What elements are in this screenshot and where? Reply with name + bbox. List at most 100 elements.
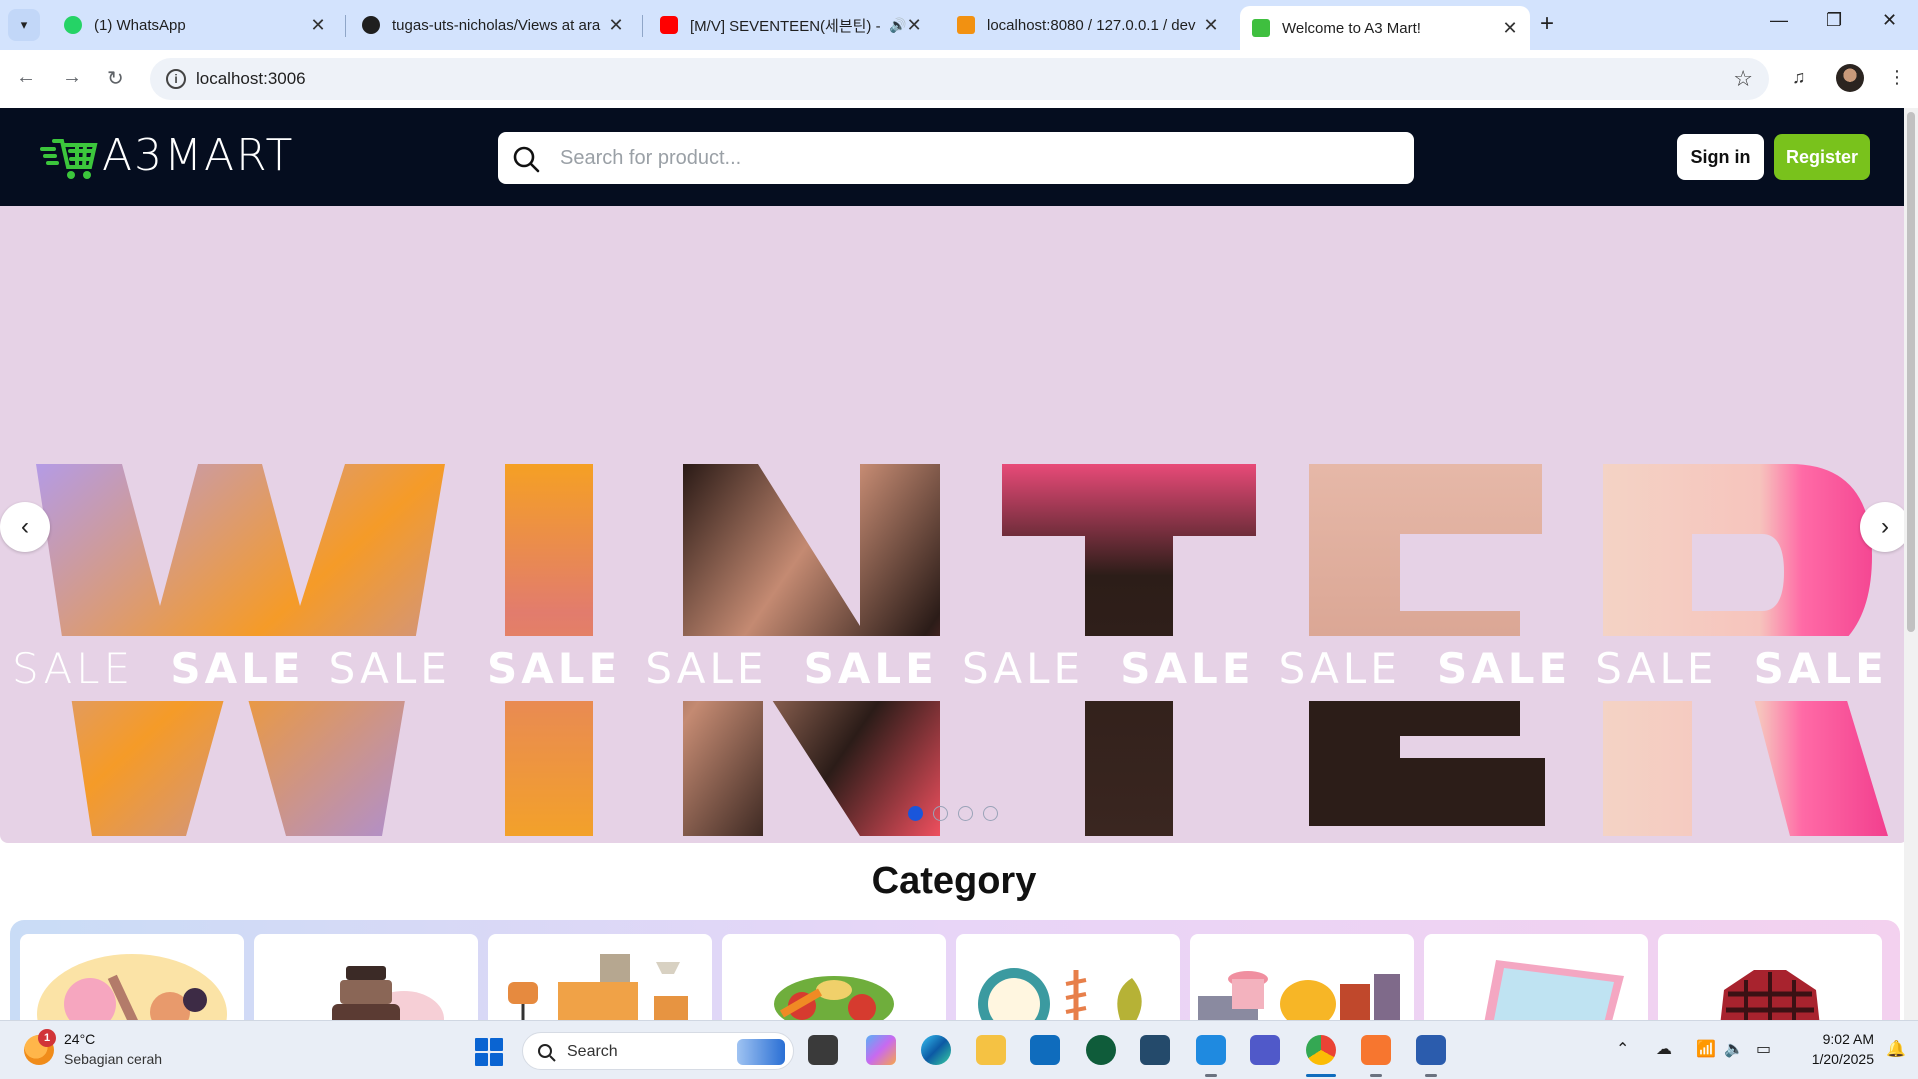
xampp-icon[interactable] [1361, 1035, 1391, 1065]
start-tile [490, 1053, 503, 1066]
shopping-cart-logo-icon [40, 138, 98, 179]
tab-search-menu-button[interactable]: ▾ [8, 9, 40, 41]
outlook-icon[interactable] [1030, 1035, 1060, 1065]
site-logo[interactable]: A3MART [40, 130, 294, 181]
taskbar-search-box[interactable]: Search [522, 1032, 794, 1070]
category-card-furniture[interactable] [488, 934, 712, 1020]
category-strip [10, 920, 1900, 1020]
sale-word: SALE [328, 643, 451, 693]
carousel-dot-4[interactable] [983, 806, 998, 821]
notification-badge: 1 [38, 1029, 56, 1047]
wifi-icon[interactable]: 📶 [1696, 1039, 1716, 1059]
carousel-dot-2[interactable] [933, 806, 948, 821]
sale-word: SALE [803, 643, 938, 693]
clock-time[interactable]: 9:02 AM [1806, 1031, 1874, 1047]
task-view-icon[interactable] [808, 1035, 838, 1065]
url-text[interactable]: localhost:3006 [196, 69, 306, 89]
category-card-home-decor[interactable] [956, 934, 1180, 1020]
whatsapp-icon [64, 16, 82, 34]
start-tile [475, 1038, 488, 1051]
category-card-groceries[interactable] [722, 934, 946, 1020]
start-tile [490, 1038, 503, 1051]
taskbar-search-label: Search [567, 1043, 618, 1060]
chrome-active-indicator [1306, 1074, 1336, 1077]
tab-separator [345, 15, 346, 37]
onedrive-error-icon[interactable]: ☁ [1656, 1039, 1672, 1059]
close-tab-icon[interactable]: ✕ [1502, 18, 1518, 39]
address-bar[interactable]: i localhost:3006 ☆ [150, 58, 1769, 100]
sale-word: SALE [1436, 643, 1572, 693]
carousel-indicators [908, 806, 998, 821]
file-explorer-icon[interactable] [976, 1035, 1006, 1065]
carousel-dot-3[interactable] [958, 806, 973, 821]
close-window-button[interactable]: ✕ [1882, 10, 1897, 31]
close-tab-icon[interactable]: ✕ [1203, 15, 1219, 36]
product-search-input[interactable] [560, 132, 1400, 184]
chrome-icon[interactable] [1306, 1035, 1336, 1065]
media-control-icon[interactable]: ♫ [1792, 67, 1806, 88]
volume-icon[interactable]: 🔈 [1724, 1039, 1744, 1059]
browser-toolbar: ← → ↻ i localhost:3006 ☆ ♫ ⋮ [0, 50, 1918, 108]
weather-description[interactable]: Sebagian cerah [64, 1051, 162, 1067]
category-card-kitchen[interactable] [1190, 934, 1414, 1020]
forward-button[interactable]: → [62, 66, 82, 89]
word-running-indicator [1425, 1074, 1437, 1077]
copilot-icon[interactable] [866, 1035, 896, 1065]
tab-github[interactable]: tugas-uts-nicholas/Views at ara ✕ [350, 6, 636, 44]
sale-word: SALE [1595, 643, 1718, 693]
clock-date[interactable]: 1/20/2025 [1796, 1051, 1874, 1067]
youtube-icon [660, 16, 678, 34]
bookmark-star-icon[interactable]: ☆ [1733, 66, 1753, 92]
mongodb-compass-icon[interactable] [1086, 1035, 1116, 1065]
vscode-icon[interactable] [1196, 1035, 1226, 1065]
minimize-window-button[interactable]: — [1770, 10, 1788, 31]
beauty-illustration [37, 954, 227, 1020]
laptop-illustration [1484, 960, 1624, 1020]
close-tab-icon[interactable]: ✕ [608, 15, 624, 36]
product-search-box[interactable] [498, 132, 1414, 184]
carousel-prev-button[interactable]: ‹ [0, 502, 50, 552]
show-hidden-icons-chevron-icon[interactable]: ⌃ [1616, 1039, 1629, 1059]
notification-bell-icon[interactable]: 🔔 [1886, 1039, 1906, 1059]
sale-word: SALE [1120, 643, 1255, 693]
restore-window-button[interactable]: ❐ [1826, 10, 1842, 31]
category-card-beauty[interactable] [20, 934, 244, 1020]
scrollbar-thumb[interactable] [1907, 112, 1915, 632]
sign-in-button[interactable]: Sign in [1677, 134, 1764, 180]
site-info-icon[interactable]: i [166, 69, 186, 89]
register-button[interactable]: Register [1774, 134, 1870, 180]
browser-menu-icon[interactable]: ⋮ [1888, 67, 1906, 88]
page-scrollbar[interactable] [1904, 108, 1918, 1020]
vegetables-illustration [774, 976, 894, 1020]
battery-icon[interactable]: ▭ [1756, 1039, 1771, 1059]
tab-a3mart[interactable]: Welcome to A3 Mart! ✕ [1240, 6, 1530, 50]
reload-button[interactable]: ↻ [107, 66, 124, 91]
tab-youtube[interactable]: [M/V] SEVENTEEN(세븐틴) - 🔊 ✕ [648, 6, 934, 44]
back-button[interactable]: ← [16, 66, 36, 89]
new-tab-button[interactable]: + [1540, 10, 1554, 38]
close-tab-icon[interactable]: ✕ [310, 15, 326, 36]
logo-text: A3MART [102, 130, 295, 181]
carousel-dot-1[interactable] [908, 806, 923, 821]
edge-browser-icon[interactable] [921, 1035, 951, 1065]
audio-playing-icon[interactable]: 🔊 [889, 17, 906, 34]
category-card-perfume[interactable] [254, 934, 478, 1020]
tab-phpmyadmin[interactable]: localhost:8080 / 127.0.0.1 / dev ✕ [945, 6, 1231, 44]
vscode-running-indicator [1205, 1074, 1217, 1077]
weather-temperature[interactable]: 24°C [64, 1031, 95, 1047]
category-card-electronics[interactable] [1424, 934, 1648, 1020]
category-card-fashion[interactable] [1658, 934, 1882, 1020]
tab-whatsapp[interactable]: (1) WhatsApp ✕ [52, 6, 338, 44]
carousel-next-button[interactable]: › [1860, 502, 1908, 552]
flannel-shirt-illustration [1720, 970, 1820, 1020]
word-icon[interactable] [1416, 1035, 1446, 1065]
teams-icon[interactable] [1250, 1035, 1280, 1065]
close-tab-icon[interactable]: ✕ [906, 15, 922, 36]
profile-avatar[interactable] [1836, 64, 1864, 92]
sale-text-band: SALE SALE SALE SALE SALE SALE SALE SALE … [12, 638, 1908, 698]
site-header: A3MART Sign in Register [0, 108, 1908, 206]
mysql-workbench-icon[interactable] [1140, 1035, 1170, 1065]
windows-start-button[interactable] [475, 1038, 503, 1066]
chevron-left-icon: ‹ [21, 513, 29, 540]
search-icon [538, 1044, 556, 1062]
